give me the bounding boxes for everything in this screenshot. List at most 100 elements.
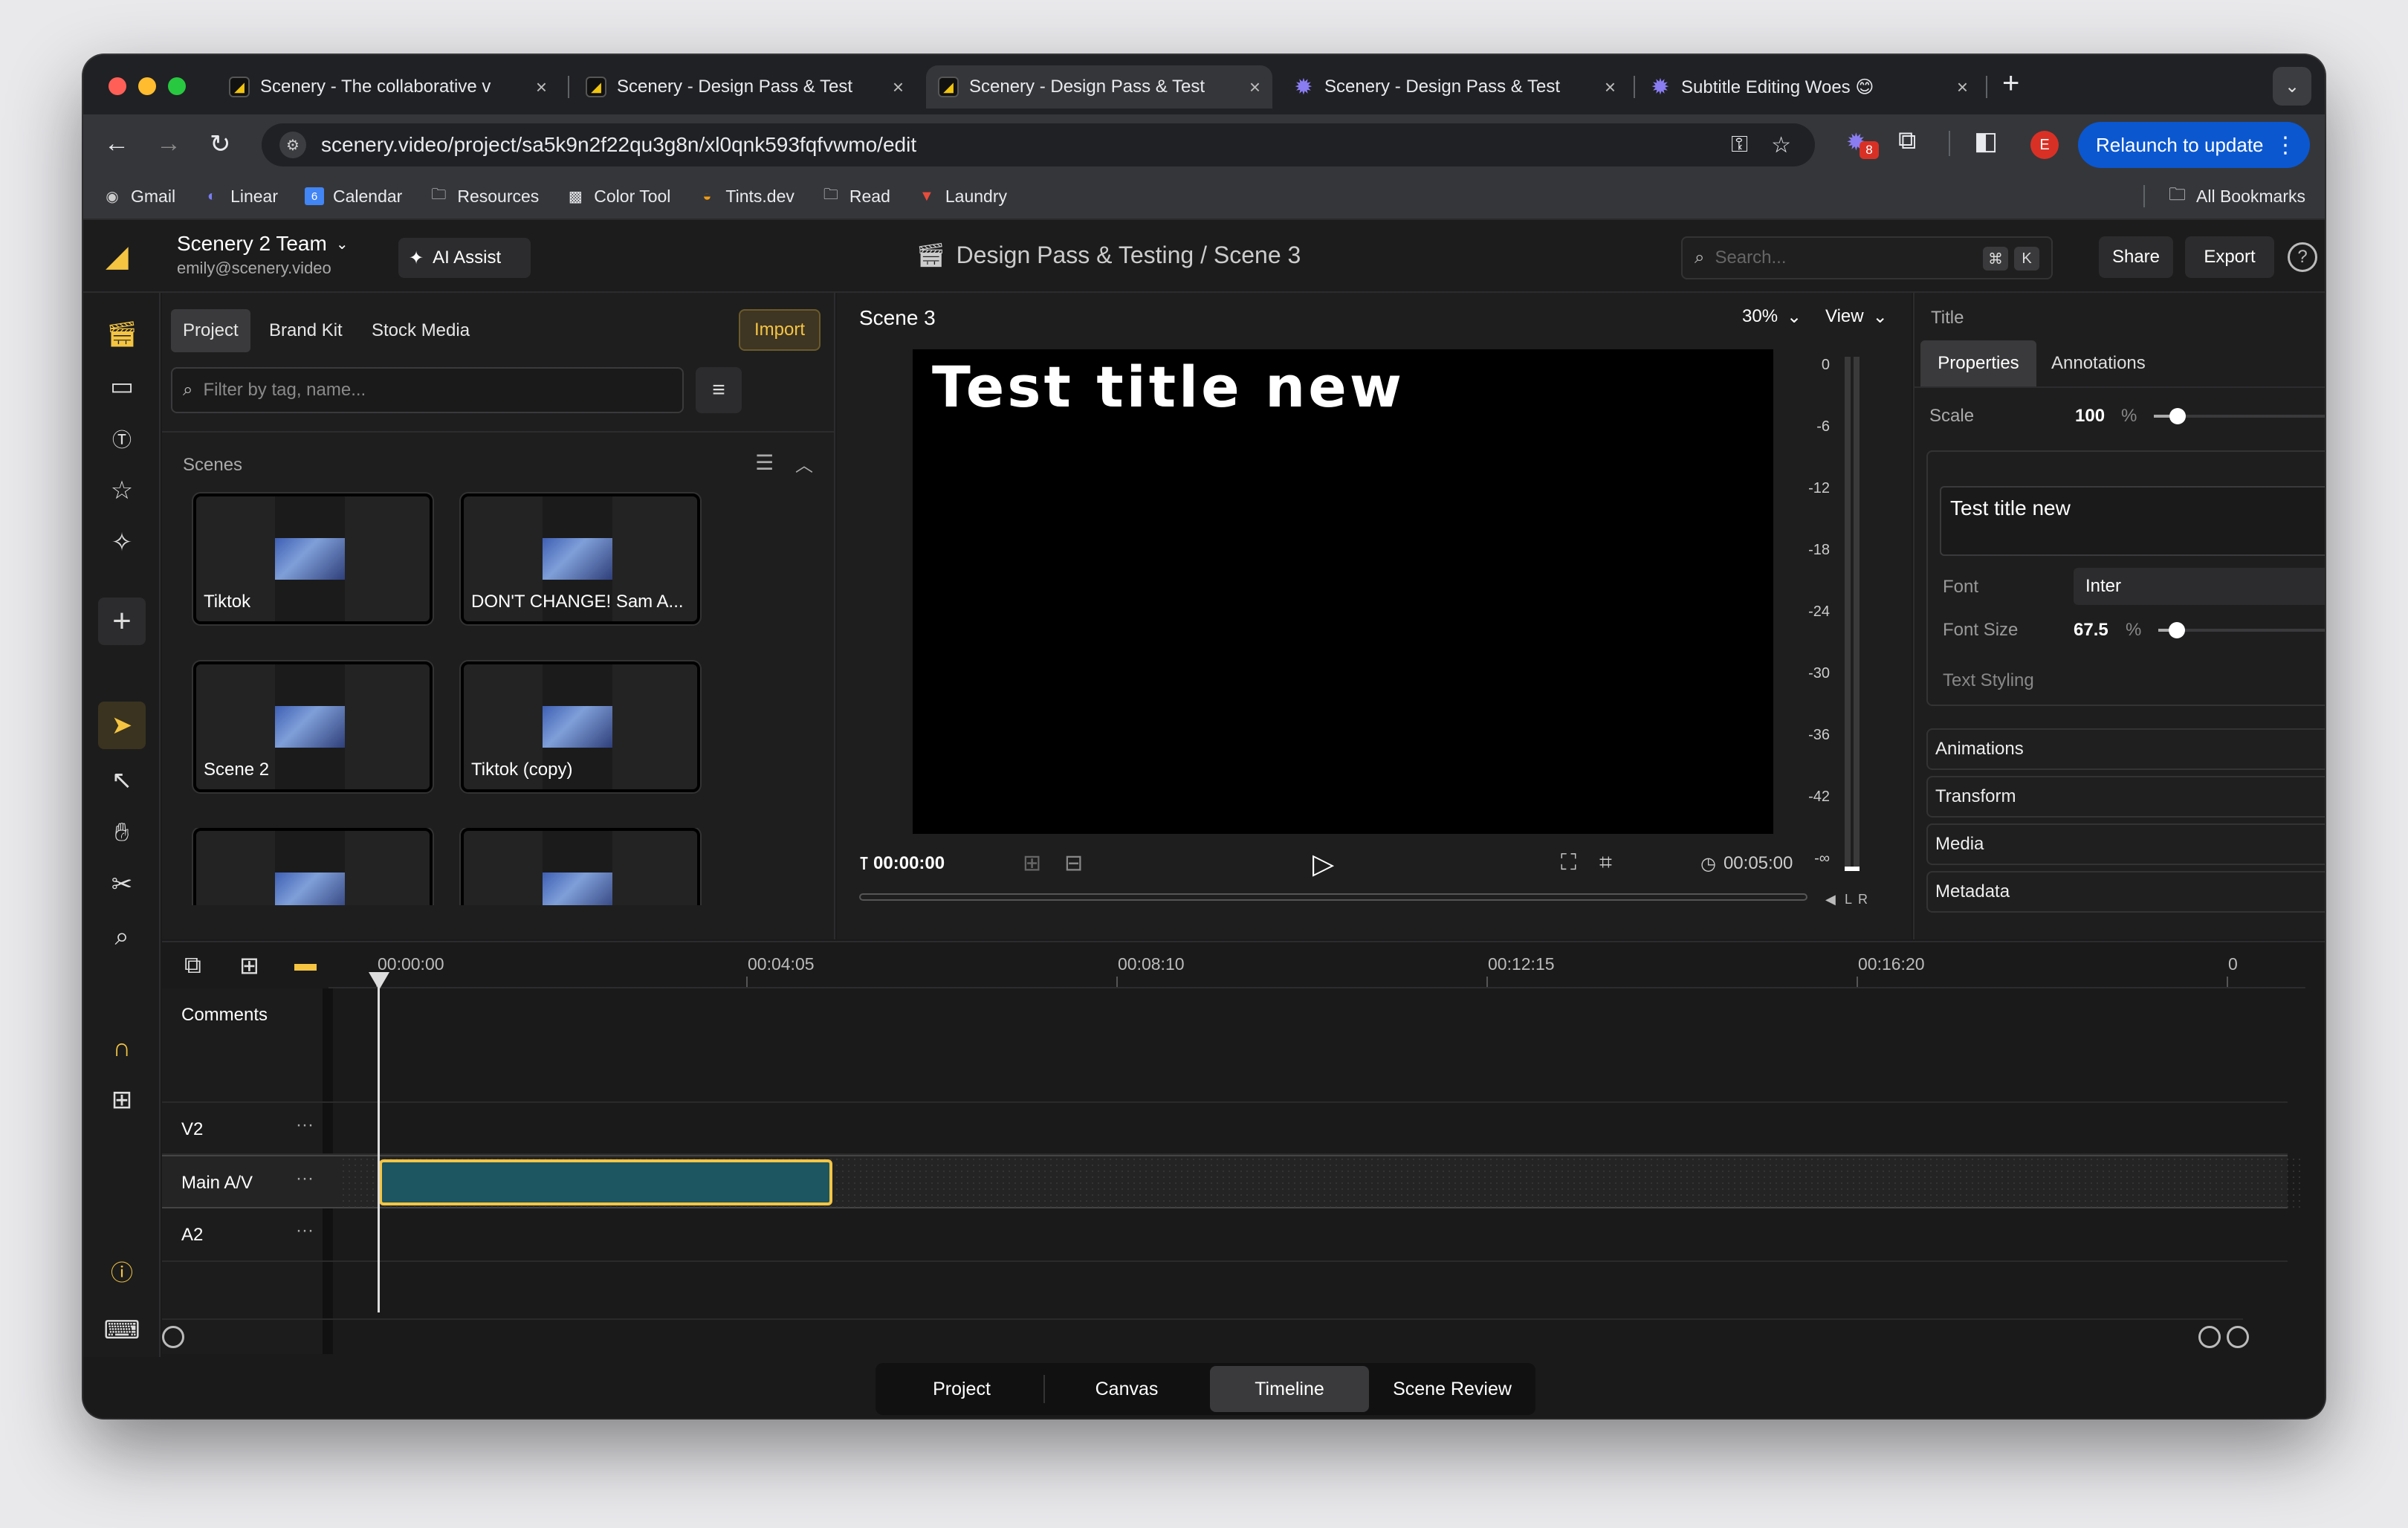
password-key-icon[interactable]: ⚿	[1731, 132, 1748, 158]
bookmark-linear[interactable]: ◐ Linear	[202, 187, 278, 207]
add-scene-icon[interactable]: ⊞	[1023, 850, 1041, 876]
font-size-value[interactable]: 67.5	[2074, 620, 2108, 641]
browser-tab-active[interactable]: ◢ Scenery - Design Pass & Test ×	[926, 65, 1272, 109]
zoom-icon[interactable]: ⌕	[106, 920, 138, 953]
relaunch-button[interactable]: Relaunch to update ⋮	[2078, 122, 2310, 168]
title-clip[interactable]	[379, 1159, 832, 1205]
split-icon[interactable]: ⊞	[106, 1084, 138, 1116]
fit-frame-icon[interactable]: ⛶	[1561, 850, 1576, 875]
font-select[interactable]: Inter ⌄	[2074, 568, 2325, 605]
scene-card[interactable]: Tiktok	[193, 493, 433, 624]
browser-tab[interactable]: ◢ Scenery - The collaborative v ×	[217, 65, 559, 109]
close-tab-icon[interactable]: ×	[1249, 76, 1260, 99]
scale-slider[interactable]	[2154, 408, 2325, 424]
tab-bottom-scene-review[interactable]: Scene Review	[1370, 1366, 1534, 1412]
ai-assist-button[interactable]: ✦ AI Assist	[398, 238, 531, 278]
puzzle-extensions-icon[interactable]: ⧉	[1898, 126, 1916, 155]
font-size-slider[interactable]	[2158, 622, 2325, 638]
keyboard-icon[interactable]: ⌨	[103, 1314, 140, 1347]
hand-icon[interactable]: ✋︎	[106, 816, 138, 849]
team-switcher[interactable]: Scenery 2 Team ⌄ emily@scenery.video	[177, 232, 349, 278]
tab-bottom-canvas[interactable]: Canvas	[1045, 1366, 1208, 1412]
scenery-logo-icon[interactable]: ◢	[106, 239, 129, 273]
scene-settings-icon[interactable]: ☰	[755, 450, 774, 475]
maximize-window-button[interactable]	[168, 77, 186, 95]
reload-icon[interactable]: ↻	[210, 129, 231, 159]
track-main-av[interactable]: Main A/V ···	[162, 1155, 2302, 1208]
scissors-icon[interactable]: ✂	[106, 868, 138, 901]
shapes-icon[interactable]: ☆	[106, 474, 138, 507]
trim-cursor-icon[interactable]: ↖	[106, 764, 138, 797]
bookmark-laundry[interactable]: ▼ Laundry	[917, 187, 1007, 207]
magnet-icon[interactable]: ∩	[106, 1032, 138, 1064]
bookmark-tints[interactable]: ◒ Tints.dev	[697, 187, 794, 207]
close-window-button[interactable]	[109, 77, 126, 95]
bookmark-calendar[interactable]: 6 Calendar	[305, 187, 402, 207]
text-styling-toggle[interactable]: Text Styling	[1943, 670, 2034, 691]
tab-search-chevron-icon[interactable]: ⌄	[2273, 67, 2311, 106]
bookmark-color-tool[interactable]: ▩ Color Tool	[566, 187, 671, 207]
info-icon[interactable]: ⓘ	[106, 1255, 138, 1287]
browser-tab[interactable]: ✹ Subtitle Editing Woes 😊 ×	[1638, 65, 1980, 109]
metadata-accordion[interactable]: Metadata⌄	[1926, 871, 2325, 913]
close-tab-icon[interactable]: ×	[536, 76, 547, 99]
chevron-up-icon[interactable]: ︿	[795, 450, 813, 476]
tab-properties[interactable]: Properties	[1920, 340, 2036, 386]
scrubber[interactable]	[859, 893, 1807, 901]
new-tab-button[interactable]: +	[2002, 67, 2019, 100]
back-arrow-icon[interactable]: ←	[104, 129, 129, 158]
scene-card[interactable]	[461, 828, 700, 905]
address-bar[interactable]: ⚙ scenery.video/project/sa5k9n2f22qu3g8n…	[262, 123, 1815, 166]
filter-input[interactable]: ⌕ Filter by tag, name...	[171, 367, 684, 413]
scene-card[interactable]: DON'T CHANGE! Sam A...	[461, 493, 700, 624]
select-cursor-icon[interactable]: ➤	[98, 702, 146, 749]
forward-arrow-icon[interactable]: →	[156, 129, 181, 158]
timeline-zoom-bar[interactable]	[162, 1323, 2249, 1356]
tab-annotations[interactable]: Annotations	[2051, 340, 2146, 386]
view-select[interactable]: View ⌄	[1825, 306, 1888, 328]
tab-brand-kit[interactable]: Brand Kit	[257, 309, 355, 352]
add-icon[interactable]: +	[98, 598, 146, 645]
export-button[interactable]: Export	[2185, 236, 2274, 278]
profile-avatar[interactable]: E	[2030, 131, 2059, 159]
slider-knob[interactable]	[2169, 622, 2186, 638]
scene-card[interactable]	[193, 828, 433, 905]
tab-bottom-timeline[interactable]: Timeline	[1210, 1366, 1369, 1412]
slider-knob[interactable]	[2169, 408, 2187, 424]
bookmark-star-icon[interactable]: ☆	[1771, 132, 1791, 158]
extension-icon[interactable]: ✹ 8	[1846, 128, 1879, 159]
track-more-icon[interactable]: ···	[296, 1220, 314, 1241]
bookmark-gmail[interactable]: ◉ Gmail	[103, 187, 175, 207]
clapperboard-icon[interactable]: 🎬︎	[106, 318, 138, 351]
tab-project[interactable]: Project	[171, 309, 250, 352]
track-more-icon[interactable]: ···	[296, 1115, 314, 1136]
zoom-select[interactable]: 30% ⌄	[1742, 306, 1802, 328]
scene-card[interactable]: Scene 2	[193, 661, 433, 792]
film-strip-icon[interactable]: ▭	[106, 370, 138, 403]
import-button[interactable]: Import	[739, 309, 821, 351]
help-icon[interactable]: ?	[2288, 242, 2317, 272]
effects-icon[interactable]: ✧	[106, 526, 138, 559]
browser-tab[interactable]: ✹ Scenery - Design Pass & Test ×	[1281, 65, 1628, 109]
track-a2[interactable]: A2 ···	[162, 1208, 2288, 1262]
media-accordion[interactable]: Media⌄	[1926, 823, 2325, 865]
play-button[interactable]: ▷	[1313, 847, 1334, 881]
animations-accordion[interactable]: Animations⌄	[1926, 728, 2325, 770]
kebab-menu-icon[interactable]: ⋮	[2274, 132, 2297, 158]
track-v2[interactable]: V2 ···	[162, 1103, 2288, 1155]
tab-stock-media[interactable]: Stock Media	[360, 309, 482, 352]
all-bookmarks[interactable]: 🗀 All Bookmarks	[2143, 182, 2305, 211]
site-settings-icon[interactable]: ⚙	[279, 132, 306, 158]
title-text-input[interactable]: Test title new	[1940, 486, 2325, 556]
search-input[interactable]: ⌕ Search... ⌘ K	[1681, 236, 2053, 279]
crop-icon[interactable]: ⌗	[1599, 850, 1612, 875]
video-canvas[interactable]: Test title new	[913, 349, 1773, 834]
bookmark-resources[interactable]: 🗀 Resources	[429, 187, 539, 207]
share-button[interactable]: Share	[2099, 236, 2173, 278]
close-tab-icon[interactable]: ×	[893, 76, 904, 99]
layer-icon[interactable]: ⊟	[1064, 850, 1083, 876]
scene-card[interactable]: Tiktok (copy)	[461, 661, 700, 792]
transform-accordion[interactable]: Transform⌄	[1926, 776, 2325, 818]
track-more-icon[interactable]: ···	[296, 1168, 314, 1189]
minimize-window-button[interactable]	[138, 77, 156, 95]
